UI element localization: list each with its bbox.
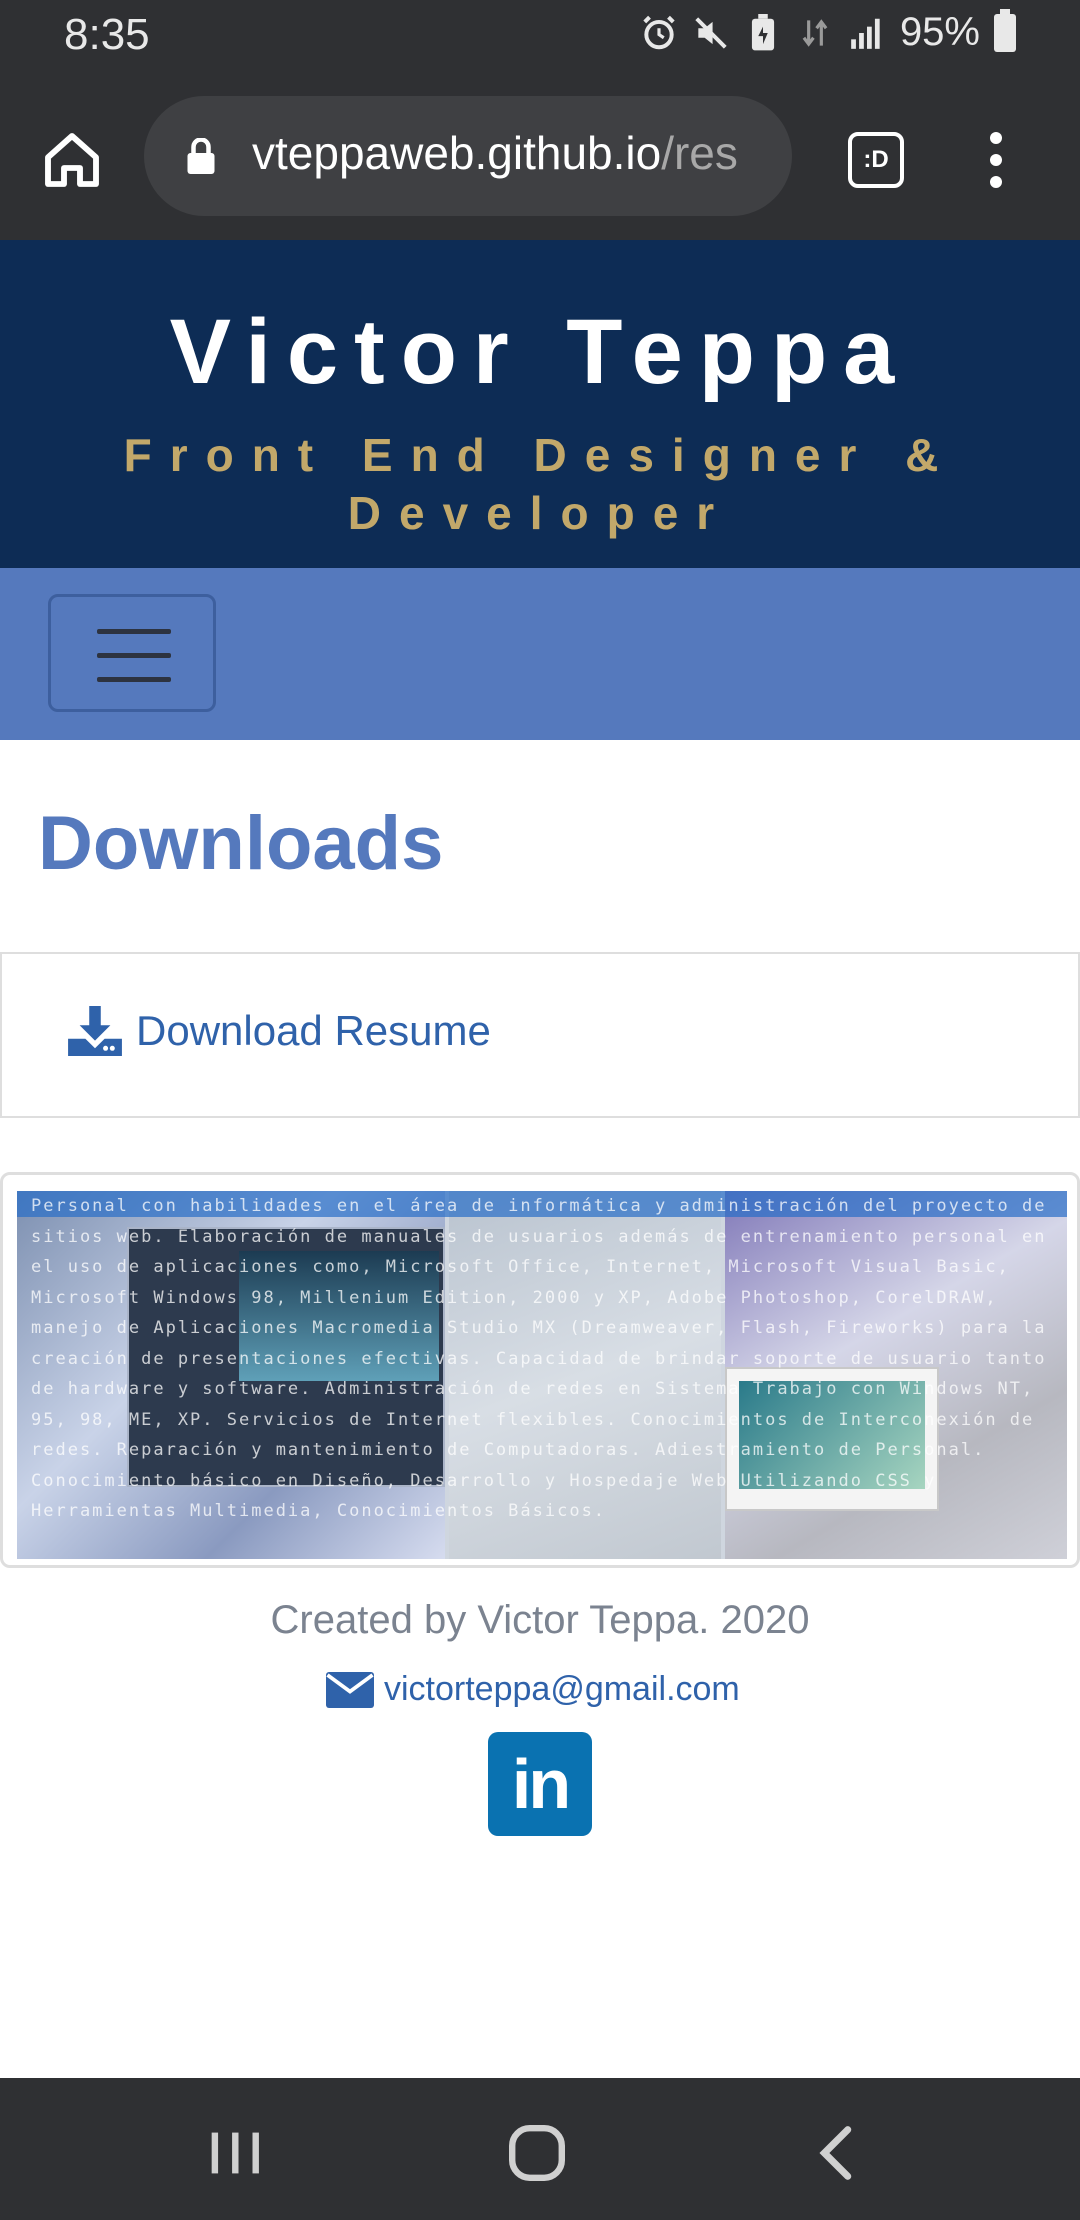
banner-text: Personal con habilidades en el área de i…: [31, 1196, 1059, 1521]
url-domain: vteppaweb.github.io: [252, 127, 662, 179]
home-nav-icon[interactable]: [502, 2118, 572, 2188]
banner-card: Personal con habilidades en el área de i…: [0, 1172, 1080, 1568]
navbar: [0, 568, 1080, 740]
tab-switcher-button[interactable]: :D: [848, 132, 904, 188]
battery-saver-icon: [744, 11, 782, 55]
mute-icon: [692, 11, 730, 55]
lock-icon: [187, 138, 215, 174]
status-time: 8:35: [64, 10, 150, 59]
download-icon: [68, 1006, 122, 1056]
footer-created: Created by Victor Teppa. 2020: [270, 1598, 810, 1642]
linkedin-icon[interactable]: in: [488, 1732, 592, 1836]
battery-percent: 95%: [899, 10, 980, 54]
banner-image: Personal con habilidades en el área de i…: [17, 1191, 1067, 1559]
page-title: Downloads: [38, 801, 444, 886]
url-bar[interactable]: vteppaweb.github.io/res: [144, 96, 792, 216]
url-path: /res: [661, 127, 738, 179]
hamburger-menu-button[interactable]: [48, 594, 216, 712]
envelope-icon: [326, 1671, 374, 1708]
battery-icon: [994, 8, 1016, 52]
downloads-card: Download Resume: [0, 952, 1080, 1118]
system-nav-bar: [0, 2078, 1080, 2220]
home-icon[interactable]: [40, 128, 104, 192]
browser-toolbar: vteppaweb.github.io/res :D: [0, 72, 1080, 240]
data-icon: [796, 11, 834, 55]
email-link[interactable]: victorteppa@gmail.com: [326, 1670, 740, 1709]
status-icons: 95%: [640, 8, 1016, 55]
overflow-menu-icon[interactable]: [976, 128, 1016, 192]
download-resume-link[interactable]: Download Resume: [68, 1006, 491, 1056]
recent-apps-icon[interactable]: [200, 2118, 270, 2188]
site-header: Victor Teppa Front End Designer & Develo…: [0, 240, 1080, 568]
site-name: Victor Teppa: [169, 301, 911, 403]
hamburger-bar: [97, 653, 171, 658]
hamburger-bar: [97, 677, 171, 682]
site-role: Front End Designer & Developer: [123, 429, 957, 539]
download-resume-label: Download Resume: [136, 1007, 491, 1054]
url-text: vteppaweb.github.io/res: [252, 126, 772, 180]
status-bar: 8:35 95%: [0, 0, 1080, 72]
back-icon[interactable]: [804, 2118, 874, 2188]
signal-icon: [848, 11, 886, 55]
alarm-icon: [640, 11, 678, 55]
email-label: victorteppa@gmail.com: [384, 1670, 740, 1708]
hamburger-icon: [97, 629, 171, 634]
